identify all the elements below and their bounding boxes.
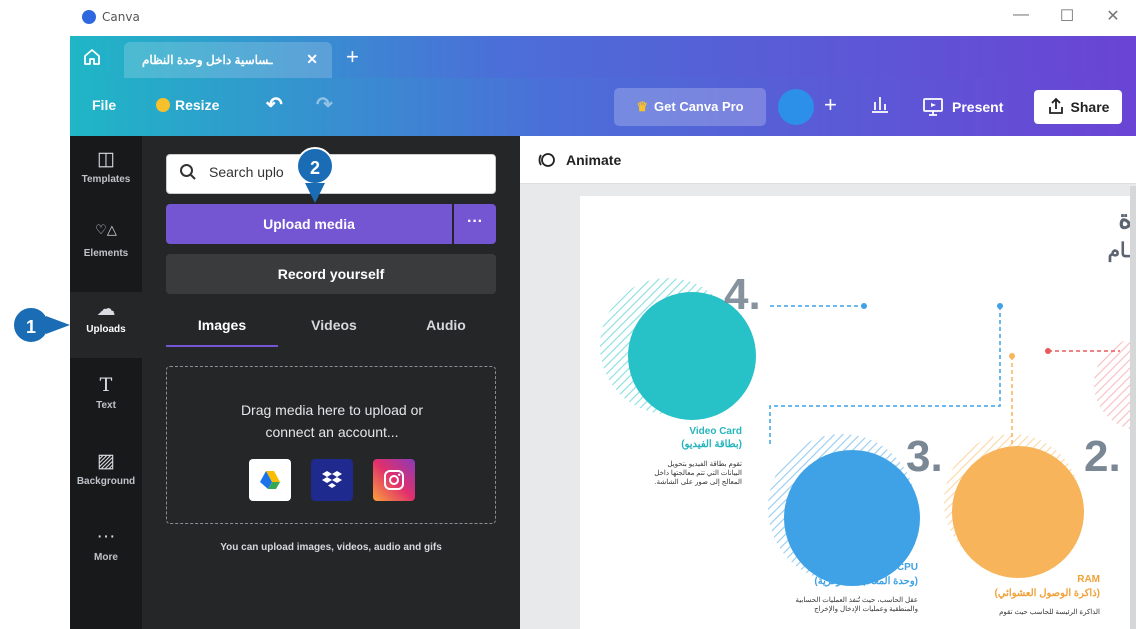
elements-icon: ♡△ [95, 222, 117, 237]
item-2-title-en: RAM [1077, 574, 1100, 585]
item-4-description: تقوم بطاقة الفيديو بتحويل البيانات التي … [654, 461, 742, 486]
undo-button[interactable]: ↶ [266, 92, 283, 117]
annotation-pointer-1 [46, 316, 70, 334]
item-3-title-ar: (وحدة المعالجة المركزية) [814, 576, 918, 587]
rail-label-uploads: Uploads [86, 324, 126, 335]
pro-badge-icon [156, 98, 170, 112]
editor-toolbar: File Resize ↶ ↷ ♛ Get Canva Pro + Present… [70, 78, 1136, 136]
maximize-button[interactable]: ☐ [1050, 6, 1084, 26]
rail-label-elements: Elements [83, 248, 129, 259]
animate-button[interactable]: Animate [566, 152, 621, 168]
redo-button[interactable]: ↷ [316, 92, 333, 117]
crown-icon: ♛ [636, 99, 649, 114]
item-2-number: 2. [1084, 432, 1121, 481]
design-page[interactable]: ة ـام 4. Video Card (بطاقة الفيديو) تقوم… [580, 196, 1136, 629]
new-tab-button[interactable]: + [346, 44, 359, 70]
upload-helper-text: You can upload images, videos, audio and… [220, 542, 442, 553]
google-drive-icon [260, 471, 280, 489]
get-canva-pro-button[interactable]: ♛ Get Canva Pro [614, 88, 766, 126]
minimize-button[interactable]: — [1004, 6, 1038, 24]
tab-bar: ـساسية داخل وحدة النظام ✕ + [70, 36, 1136, 78]
avatar[interactable] [778, 89, 814, 125]
title-bar: Canva — ☐ ✕ [70, 0, 1136, 36]
canva-logo-icon [82, 10, 96, 24]
canva-window: Canva — ☐ ✕ ـساسية داخل وحدة النظام ✕ + … [70, 0, 1136, 629]
google-drive-button[interactable] [249, 459, 291, 501]
active-tab-indicator [166, 345, 278, 347]
present-label: Present [952, 99, 1004, 115]
insights-button[interactable] [870, 94, 890, 117]
rail-item-elements[interactable]: ♡△ Elements [70, 222, 142, 282]
home-button[interactable] [80, 45, 104, 69]
rail-label-background: Background [76, 476, 136, 487]
close-tab-icon[interactable]: ✕ [306, 51, 318, 68]
dropzone-text: Drag media here to upload or connect an … [187, 399, 477, 443]
tab-audio[interactable]: Audio [390, 317, 502, 333]
more-icon: ··· [96, 526, 116, 547]
close-window-button[interactable]: ✕ [1096, 6, 1130, 26]
share-label: Share [1070, 99, 1110, 115]
search-input[interactable] [209, 164, 479, 180]
canvas-scrollbar[interactable] [1130, 186, 1136, 629]
rail-item-more[interactable]: ··· More [70, 526, 142, 586]
rail-item-templates[interactable]: ◫ Templates [70, 148, 142, 208]
present-icon [923, 98, 943, 116]
upload-options-button[interactable]: ··· [454, 204, 496, 244]
dropbox-button[interactable] [311, 459, 353, 501]
item-2-description: الذاكرة الرئيسة للحاسب حيث تقوم [999, 609, 1100, 616]
item-3-title-en: CPU [896, 562, 918, 573]
rail-item-background[interactable]: ▨ Background [70, 450, 142, 510]
share-icon [1048, 97, 1063, 114]
resize-label: Resize [175, 97, 220, 113]
document-tab-title: ـساسية داخل وحدة النظام [142, 53, 273, 67]
text-icon: T [99, 374, 113, 396]
item-4-number: 4. [724, 270, 761, 319]
annotation-badge-1: 1 [12, 306, 50, 344]
dropzone-line-2: connect an account... [265, 424, 399, 440]
rail-item-uploads[interactable]: ☁ Uploads [70, 292, 142, 358]
upload-media-button[interactable]: Upload media [166, 204, 452, 244]
record-yourself-button[interactable]: Record yourself [166, 254, 496, 294]
instagram-button[interactable] [373, 459, 415, 501]
share-button[interactable]: Share [1034, 90, 1122, 124]
annotation-badge-2: 2 [296, 147, 334, 185]
templates-icon: ◫ [97, 149, 115, 170]
dropzone-line-1: Drag media here to upload or [240, 402, 424, 418]
instagram-icon [384, 470, 404, 490]
canvas-area: Animate ة ـام 4. Video Card (بطاقة الفيد… [520, 136, 1136, 629]
file-menu[interactable]: File [92, 97, 116, 113]
rail-label-text: Text [96, 400, 116, 411]
rail-item-text[interactable]: T Text [70, 374, 142, 434]
app-title: Canva [102, 10, 140, 24]
resize-button[interactable]: Resize [156, 97, 219, 113]
dropbox-icon [322, 471, 342, 488]
document-tab[interactable]: ـساسية داخل وحدة النظام ✕ [124, 42, 332, 78]
item-2-title-ar: (ذاكرة الوصول العشوائي) [994, 588, 1100, 599]
rail-label-more: More [94, 552, 118, 563]
animate-bar: Animate [520, 136, 1136, 184]
animate-icon [538, 153, 555, 167]
title-fragment-2: ـام [1107, 240, 1132, 262]
tab-videos[interactable]: Videos [278, 317, 390, 333]
item-4-title-ar: (بطاقة الفيديو) [681, 439, 742, 450]
present-button[interactable]: Present [922, 97, 1003, 117]
background-icon: ▨ [97, 451, 115, 472]
rail-label-templates: Templates [81, 174, 131, 185]
search-icon [179, 163, 197, 186]
uploads-panel: Upload media ··· Record yourself Images … [142, 136, 520, 629]
cloud-upload-icon: ☁ [96, 299, 116, 320]
item-3-description: عقل الحاسب، حيث تُنفذ العمليات الحسابية … [795, 597, 919, 613]
annotation-pointer-2 [305, 183, 325, 203]
add-collaborator-button[interactable]: + [824, 92, 837, 118]
get-pro-label: Get Canva Pro [654, 99, 744, 114]
side-navigation-rail: ◫ Templates ♡△ Elements ☁ Uploads T Text… [70, 136, 142, 629]
bar-chart-icon [872, 97, 888, 113]
item-3-number: 3. [906, 432, 943, 481]
home-icon [84, 49, 100, 65]
item-4-title-en: Video Card [689, 426, 742, 437]
upload-dropzone[interactable]: Drag media here to upload or connect an … [166, 366, 496, 524]
tab-images[interactable]: Images [166, 317, 278, 333]
